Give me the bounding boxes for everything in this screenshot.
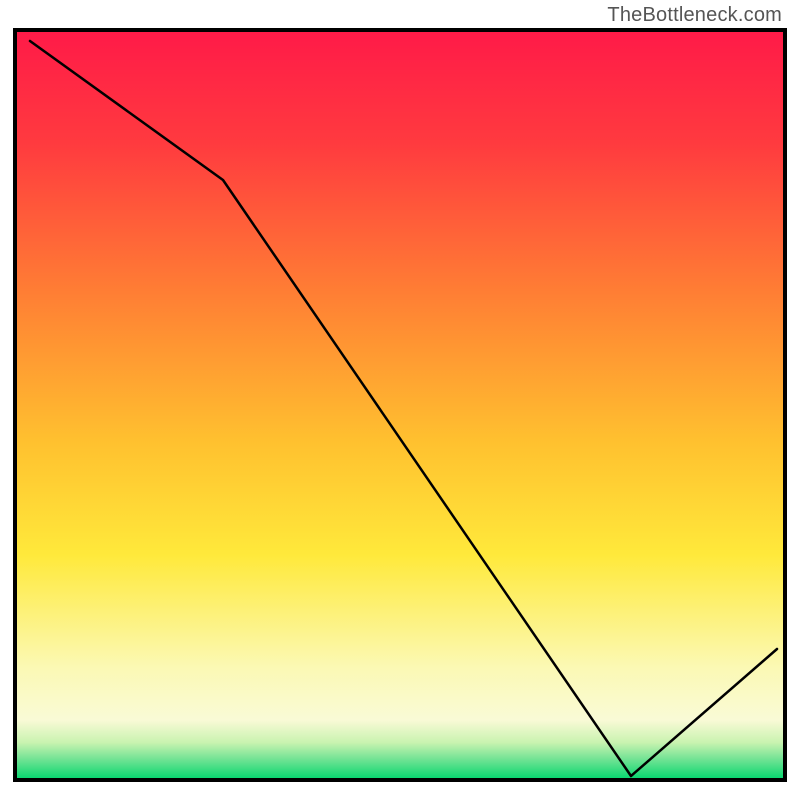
chart-container: TheBottleneck.com <box>0 0 800 800</box>
plot-area <box>15 30 785 780</box>
plot-background <box>15 30 785 780</box>
chart-svg <box>0 0 800 800</box>
attribution-text: TheBottleneck.com <box>607 4 782 27</box>
